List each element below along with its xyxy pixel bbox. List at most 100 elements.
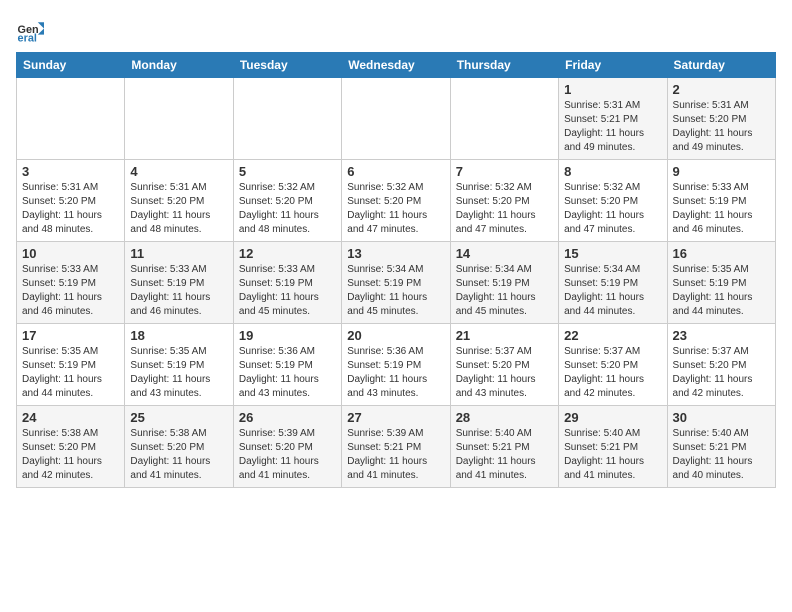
day-info: Sunrise: 5:36 AM Sunset: 5:19 PM Dayligh… xyxy=(239,345,336,401)
calendar-day-cell: 17 Sunrise: 5:35 AM Sunset: 5:19 PM Dayli… xyxy=(17,324,125,406)
page-header: Gen eral xyxy=(16,16,776,44)
calendar-day-cell: 4 Sunrise: 5:31 AM Sunset: 5:20 PM Daylig… xyxy=(125,160,233,242)
day-number: 24 xyxy=(22,410,119,425)
day-info: Sunrise: 5:34 AM Sunset: 5:19 PM Dayligh… xyxy=(456,263,553,319)
day-number: 21 xyxy=(456,328,553,343)
day-info: Sunrise: 5:32 AM Sunset: 5:20 PM Dayligh… xyxy=(239,181,336,237)
day-info: Sunrise: 5:39 AM Sunset: 5:20 PM Dayligh… xyxy=(239,427,336,483)
day-number: 4 xyxy=(130,164,227,179)
day-number: 12 xyxy=(239,246,336,261)
logo-icon: Gen eral xyxy=(16,16,44,44)
day-info: Sunrise: 5:37 AM Sunset: 5:20 PM Dayligh… xyxy=(456,345,553,401)
day-number: 18 xyxy=(130,328,227,343)
calendar-day-cell: 12 Sunrise: 5:33 AM Sunset: 5:19 PM Dayli… xyxy=(233,242,341,324)
day-number: 23 xyxy=(673,328,770,343)
day-number: 22 xyxy=(564,328,661,343)
day-number: 10 xyxy=(22,246,119,261)
day-number: 29 xyxy=(564,410,661,425)
day-number: 25 xyxy=(130,410,227,425)
day-info: Sunrise: 5:39 AM Sunset: 5:21 PM Dayligh… xyxy=(347,427,444,483)
calendar-day-cell: 23 Sunrise: 5:37 AM Sunset: 5:20 PM Dayli… xyxy=(667,324,775,406)
day-number: 9 xyxy=(673,164,770,179)
day-info: Sunrise: 5:31 AM Sunset: 5:21 PM Dayligh… xyxy=(564,99,661,155)
weekday-header-cell: Thursday xyxy=(450,53,558,78)
calendar-day-cell: 5 Sunrise: 5:32 AM Sunset: 5:20 PM Daylig… xyxy=(233,160,341,242)
calendar-day-cell: 2 Sunrise: 5:31 AM Sunset: 5:20 PM Daylig… xyxy=(667,78,775,160)
calendar-day-cell: 8 Sunrise: 5:32 AM Sunset: 5:20 PM Daylig… xyxy=(559,160,667,242)
day-info: Sunrise: 5:33 AM Sunset: 5:19 PM Dayligh… xyxy=(130,263,227,319)
day-info: Sunrise: 5:33 AM Sunset: 5:19 PM Dayligh… xyxy=(239,263,336,319)
calendar-day-cell xyxy=(125,78,233,160)
calendar-day-cell: 27 Sunrise: 5:39 AM Sunset: 5:21 PM Dayli… xyxy=(342,406,450,488)
day-info: Sunrise: 5:37 AM Sunset: 5:20 PM Dayligh… xyxy=(564,345,661,401)
calendar-day-cell: 26Sunrise: 5:39 AM Sunset: 5:20 PM Dayli… xyxy=(233,406,341,488)
day-info: Sunrise: 5:40 AM Sunset: 5:21 PM Dayligh… xyxy=(456,427,553,483)
calendar-day-cell xyxy=(233,78,341,160)
day-info: Sunrise: 5:40 AM Sunset: 5:21 PM Dayligh… xyxy=(673,427,770,483)
calendar-day-cell xyxy=(17,78,125,160)
day-info: Sunrise: 5:31 AM Sunset: 5:20 PM Dayligh… xyxy=(673,99,770,155)
day-number: 6 xyxy=(347,164,444,179)
day-info: Sunrise: 5:32 AM Sunset: 5:20 PM Dayligh… xyxy=(564,181,661,237)
calendar-day-cell: 10Sunrise: 5:33 AM Sunset: 5:19 PM Dayli… xyxy=(17,242,125,324)
day-number: 11 xyxy=(130,246,227,261)
calendar-week-row: 24 Sunrise: 5:38 AM Sunset: 5:20 PM Dayli… xyxy=(17,406,776,488)
day-info: Sunrise: 5:35 AM Sunset: 5:19 PM Dayligh… xyxy=(130,345,227,401)
calendar-day-cell: 6Sunrise: 5:32 AM Sunset: 5:20 PM Daylig… xyxy=(342,160,450,242)
day-info: Sunrise: 5:34 AM Sunset: 5:19 PM Dayligh… xyxy=(347,263,444,319)
calendar-day-cell: 21 Sunrise: 5:37 AM Sunset: 5:20 PM Dayli… xyxy=(450,324,558,406)
calendar-day-cell: 30 Sunrise: 5:40 AM Sunset: 5:21 PM Dayli… xyxy=(667,406,775,488)
day-number: 20 xyxy=(347,328,444,343)
day-number: 8 xyxy=(564,164,661,179)
calendar-day-cell: 7 Sunrise: 5:32 AM Sunset: 5:20 PM Daylig… xyxy=(450,160,558,242)
calendar-day-cell: 1 Sunrise: 5:31 AM Sunset: 5:21 PM Daylig… xyxy=(559,78,667,160)
calendar-day-cell: 16Sunrise: 5:35 AM Sunset: 5:19 PM Dayli… xyxy=(667,242,775,324)
calendar-day-cell: 18 Sunrise: 5:35 AM Sunset: 5:19 PM Dayli… xyxy=(125,324,233,406)
day-number: 17 xyxy=(22,328,119,343)
day-info: Sunrise: 5:32 AM Sunset: 5:20 PM Dayligh… xyxy=(456,181,553,237)
calendar-body: 1 Sunrise: 5:31 AM Sunset: 5:21 PM Daylig… xyxy=(17,78,776,488)
calendar-day-cell: 14 Sunrise: 5:34 AM Sunset: 5:19 PM Dayli… xyxy=(450,242,558,324)
day-number: 3 xyxy=(22,164,119,179)
day-number: 2 xyxy=(673,82,770,97)
day-info: Sunrise: 5:31 AM Sunset: 5:20 PM Dayligh… xyxy=(130,181,227,237)
day-info: Sunrise: 5:34 AM Sunset: 5:19 PM Dayligh… xyxy=(564,263,661,319)
weekday-header-cell: Monday xyxy=(125,53,233,78)
day-number: 7 xyxy=(456,164,553,179)
weekday-header-row: SundayMondayTuesdayWednesdayThursdayFrid… xyxy=(17,53,776,78)
calendar-day-cell: 19Sunrise: 5:36 AM Sunset: 5:19 PM Dayli… xyxy=(233,324,341,406)
day-info: Sunrise: 5:36 AM Sunset: 5:19 PM Dayligh… xyxy=(347,345,444,401)
calendar-day-cell: 28 Sunrise: 5:40 AM Sunset: 5:21 PM Dayli… xyxy=(450,406,558,488)
calendar-day-cell: 29 Sunrise: 5:40 AM Sunset: 5:21 PM Dayli… xyxy=(559,406,667,488)
calendar-week-row: 17 Sunrise: 5:35 AM Sunset: 5:19 PM Dayli… xyxy=(17,324,776,406)
calendar-week-row: 10 Sunrise: 5:33 AM Sunset: 5:19 PM Dayli… xyxy=(17,242,776,324)
calendar-day-cell xyxy=(342,78,450,160)
calendar-day-cell: 24Sunrise: 5:38 AM Sunset: 5:20 PM Dayli… xyxy=(17,406,125,488)
calendar-day-cell: 20 Sunrise: 5:36 AM Sunset: 5:19 PM Dayli… xyxy=(342,324,450,406)
day-number: 5 xyxy=(239,164,336,179)
calendar-day-cell: 22 Sunrise: 5:37 AM Sunset: 5:20 PM Dayli… xyxy=(559,324,667,406)
day-info: Sunrise: 5:35 AM Sunset: 5:19 PM Dayligh… xyxy=(22,345,119,401)
calendar-table: SundayMondayTuesdayWednesdayThursdayFrid… xyxy=(16,52,776,488)
day-info: Sunrise: 5:38 AM Sunset: 5:20 PM Dayligh… xyxy=(130,427,227,483)
weekday-header-cell: Tuesday xyxy=(233,53,341,78)
day-number: 30 xyxy=(673,410,770,425)
day-info: Sunrise: 5:33 AM Sunset: 5:19 PM Dayligh… xyxy=(673,181,770,237)
day-number: 1 xyxy=(564,82,661,97)
day-number: 13 xyxy=(347,246,444,261)
day-info: Sunrise: 5:37 AM Sunset: 5:20 PM Dayligh… xyxy=(673,345,770,401)
weekday-header-cell: Sunday xyxy=(17,53,125,78)
day-number: 15 xyxy=(564,246,661,261)
svg-text:eral: eral xyxy=(18,33,37,44)
calendar-day-cell: 3 Sunrise: 5:31 AM Sunset: 5:20 PM Daylig… xyxy=(17,160,125,242)
weekday-header-cell: Friday xyxy=(559,53,667,78)
calendar-day-cell: 13 Sunrise: 5:34 AM Sunset: 5:19 PM Dayli… xyxy=(342,242,450,324)
day-info: Sunrise: 5:31 AM Sunset: 5:20 PM Dayligh… xyxy=(22,181,119,237)
day-number: 28 xyxy=(456,410,553,425)
calendar-week-row: 1 Sunrise: 5:31 AM Sunset: 5:21 PM Daylig… xyxy=(17,78,776,160)
day-info: Sunrise: 5:40 AM Sunset: 5:21 PM Dayligh… xyxy=(564,427,661,483)
day-number: 14 xyxy=(456,246,553,261)
weekday-header-cell: Wednesday xyxy=(342,53,450,78)
day-number: 27 xyxy=(347,410,444,425)
day-number: 16 xyxy=(673,246,770,261)
